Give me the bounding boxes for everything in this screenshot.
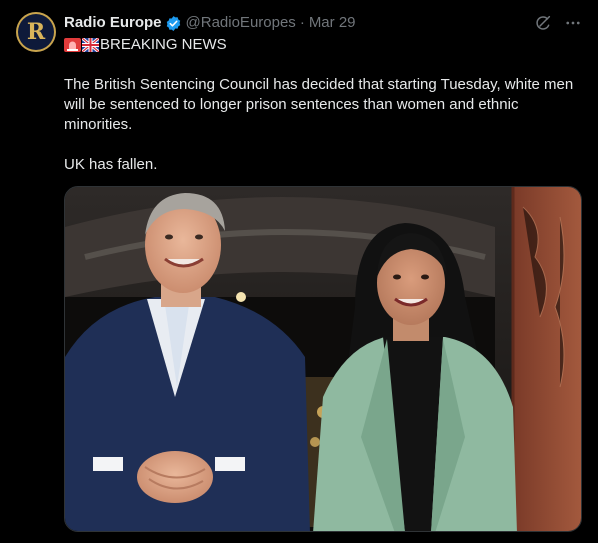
headline: BREAKING NEWS — [64, 35, 227, 55]
tweet[interactable]: R Radio Europe @RadioEuropes · Mar 29 BR… — [0, 0, 598, 543]
tweet-text: The British Sentencing Council has decid… — [64, 75, 579, 175]
header-actions — [534, 14, 582, 32]
grok-icon[interactable] — [534, 14, 552, 32]
verified-badge-icon[interactable] — [165, 15, 182, 32]
tweet-paragraph: UK has fallen. — [64, 156, 158, 173]
headline-text: BREAKING NEWS — [100, 36, 227, 53]
post-date[interactable]: Mar 29 — [309, 13, 356, 33]
display-name[interactable]: Radio Europe — [64, 13, 162, 33]
siren-emoji — [64, 38, 81, 52]
post-photo[interactable] — [64, 186, 582, 532]
separator: · — [299, 14, 305, 31]
uk-flag-emoji — [81, 36, 100, 54]
handle[interactable]: @RadioEuropes — [186, 13, 296, 33]
avatar-letter: R — [26, 19, 46, 45]
tweet-header: Radio Europe @RadioEuropes · Mar 29 — [64, 13, 582, 33]
avatar[interactable]: R — [16, 12, 56, 52]
more-options-icon[interactable] — [564, 14, 582, 32]
tweet-paragraph: The British Sentencing Council has decid… — [64, 76, 574, 133]
